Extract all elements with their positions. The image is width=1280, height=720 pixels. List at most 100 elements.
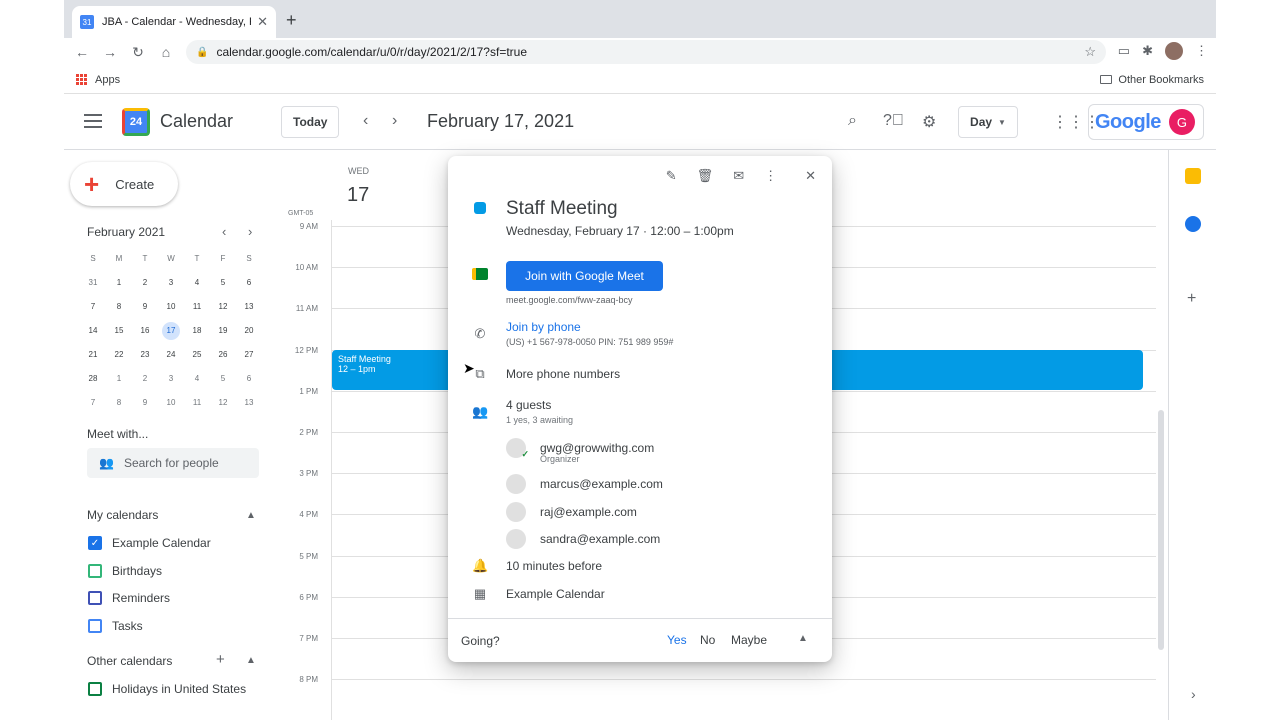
mini-next-month-icon[interactable]: › (248, 224, 252, 239)
mini-day[interactable]: 1 (106, 274, 132, 292)
mini-day[interactable]: 20 (236, 322, 262, 340)
mini-day[interactable]: 5 (210, 370, 236, 388)
calendar-checkbox[interactable] (88, 563, 102, 578)
mini-day[interactable]: 13 (236, 394, 262, 412)
grid-scrollbar[interactable] (1158, 410, 1164, 650)
mini-day[interactable]: 4 (184, 370, 210, 388)
cast-icon[interactable]: ▭ (1118, 43, 1130, 59)
mini-day[interactable]: 16 (132, 322, 158, 340)
browser-menu-icon[interactable]: ⋮ (1195, 43, 1208, 59)
guest-row[interactable]: sandra@example.com (506, 529, 766, 549)
mini-day[interactable]: 7 (80, 298, 106, 316)
calendar-checkbox[interactable] (88, 591, 102, 605)
calendar-item[interactable]: Birthdays (88, 563, 162, 578)
meet-link[interactable]: meet.google.com/fww-zaaq-bcy (506, 295, 633, 305)
mini-day[interactable]: 19 (210, 322, 236, 340)
search-icon[interactable]: ⌕ (848, 112, 857, 130)
view-switcher[interactable]: Day ▼ (958, 106, 1018, 138)
day-number[interactable]: 17 (347, 184, 369, 207)
mini-day[interactable]: 7 (80, 394, 106, 412)
create-button[interactable]: + Create (70, 162, 178, 206)
mini-day[interactable]: 4 (184, 274, 210, 292)
tasks-icon[interactable] (1185, 216, 1201, 232)
email-guests-icon[interactable]: ✉ (733, 168, 744, 184)
mini-day[interactable]: 31 (80, 274, 106, 292)
rsvp-maybe-button[interactable]: Maybe (731, 633, 767, 647)
mini-day[interactable]: 12 (210, 394, 236, 412)
mini-day[interactable]: 11 (184, 298, 210, 316)
other-bookmarks[interactable]: Other Bookmarks (1100, 74, 1204, 86)
today-button[interactable]: Today (281, 106, 340, 138)
address-bar[interactable]: 🔒 calendar.google.com/calendar/u/0/r/day… (186, 40, 1106, 64)
mini-day[interactable]: 14 (80, 322, 106, 340)
expand-panel-icon[interactable]: › (1191, 686, 1196, 702)
other-calendars-heading[interactable]: Other calendars (87, 654, 172, 668)
new-tab-icon[interactable]: + (286, 10, 297, 31)
settings-gear-icon[interactable]: ⚙ (922, 112, 936, 132)
mini-day[interactable]: 11 (184, 394, 210, 412)
help-icon[interactable]: ?⃝ (883, 112, 904, 130)
account-avatar[interactable]: G (1168, 109, 1195, 135)
close-tab-icon[interactable]: ✕ (257, 14, 268, 30)
calendar-item[interactable]: ✓ Example Calendar (88, 536, 211, 550)
back-icon[interactable]: ← (68, 44, 96, 60)
collapse-other-calendars-icon[interactable]: ▲ (246, 655, 256, 666)
mini-day[interactable]: 15 (106, 322, 132, 340)
close-icon[interactable]: ✕ (805, 168, 816, 184)
next-period-icon[interactable]: › (392, 112, 397, 130)
mini-day[interactable]: 3 (158, 370, 184, 388)
calendar-checkbox[interactable]: ✓ (88, 536, 102, 550)
calendar-item[interactable]: Reminders (88, 591, 170, 605)
mini-day[interactable]: 27 (236, 346, 262, 364)
mini-day[interactable]: 2 (132, 370, 158, 388)
expand-rsvp-icon[interactable]: ▲ (798, 633, 808, 644)
profile-avatar[interactable] (1165, 42, 1183, 60)
search-people-input[interactable]: 👥 Search for people (87, 448, 259, 478)
mini-day[interactable]: 1 (106, 370, 132, 388)
google-account-box[interactable]: Google G (1088, 104, 1204, 140)
mini-day[interactable]: 23 (132, 346, 158, 364)
mini-day[interactable]: 3 (158, 274, 184, 292)
bookmark-star-icon[interactable]: ☆ (1084, 44, 1096, 60)
my-calendars-heading[interactable]: My calendars (87, 508, 158, 522)
mini-day[interactable]: 25 (184, 346, 210, 364)
collapse-my-calendars-icon[interactable]: ▲ (246, 510, 256, 521)
mini-day[interactable]: 13 (236, 298, 262, 316)
forward-icon[interactable]: → (96, 44, 124, 60)
calendar-item[interactable]: Holidays in United States (88, 682, 246, 696)
calendar-checkbox[interactable] (88, 682, 102, 696)
mini-day[interactable]: 8 (106, 298, 132, 316)
mini-day[interactable]: 6 (236, 370, 262, 388)
calendar-item[interactable]: Tasks (88, 618, 143, 633)
extensions-icon[interactable]: ✱ (1142, 43, 1153, 59)
more-options-icon[interactable]: ⋮ (764, 168, 777, 184)
main-menu-icon[interactable] (84, 114, 102, 132)
mini-day[interactable]: 10 (158, 394, 184, 412)
mini-day[interactable]: 26 (210, 346, 236, 364)
add-calendar-icon[interactable]: + (216, 651, 225, 668)
mini-day[interactable]: 17 (162, 322, 180, 340)
guest-row[interactable]: raj@example.com (506, 502, 766, 522)
mini-prev-month-icon[interactable]: ‹ (222, 224, 226, 239)
delete-trash-icon[interactable]: 🗑 (697, 168, 714, 184)
mini-day[interactable]: 5 (210, 274, 236, 292)
edit-pencil-icon[interactable]: ✎ (666, 168, 677, 184)
rsvp-no-button[interactable]: No (700, 633, 715, 647)
calendar-checkbox[interactable] (88, 618, 102, 633)
guest-row[interactable]: ✓ gwg@growwithg.com Organizer (506, 438, 766, 464)
reload-icon[interactable]: ↻ (124, 44, 152, 61)
mini-day[interactable]: 6 (236, 274, 262, 292)
more-phone-numbers-link[interactable]: More phone numbers (506, 367, 620, 381)
browser-tab[interactable]: 31 JBA - Calendar - Wednesday, F ✕ (72, 6, 276, 38)
previous-period-icon[interactable]: ‹ (363, 112, 368, 130)
get-addons-icon[interactable]: + (1187, 290, 1196, 308)
mini-day[interactable]: 8 (106, 394, 132, 412)
mini-day[interactable]: 2 (132, 274, 158, 292)
guest-row[interactable]: marcus@example.com (506, 474, 766, 494)
mini-day[interactable]: 9 (132, 298, 158, 316)
home-icon[interactable]: ⌂ (152, 44, 180, 60)
apps-bookmark[interactable]: Apps (95, 74, 120, 86)
mini-day[interactable]: 21 (80, 346, 106, 364)
mini-day[interactable]: 24 (158, 346, 184, 364)
rsvp-yes-button[interactable]: Yes (667, 633, 687, 647)
